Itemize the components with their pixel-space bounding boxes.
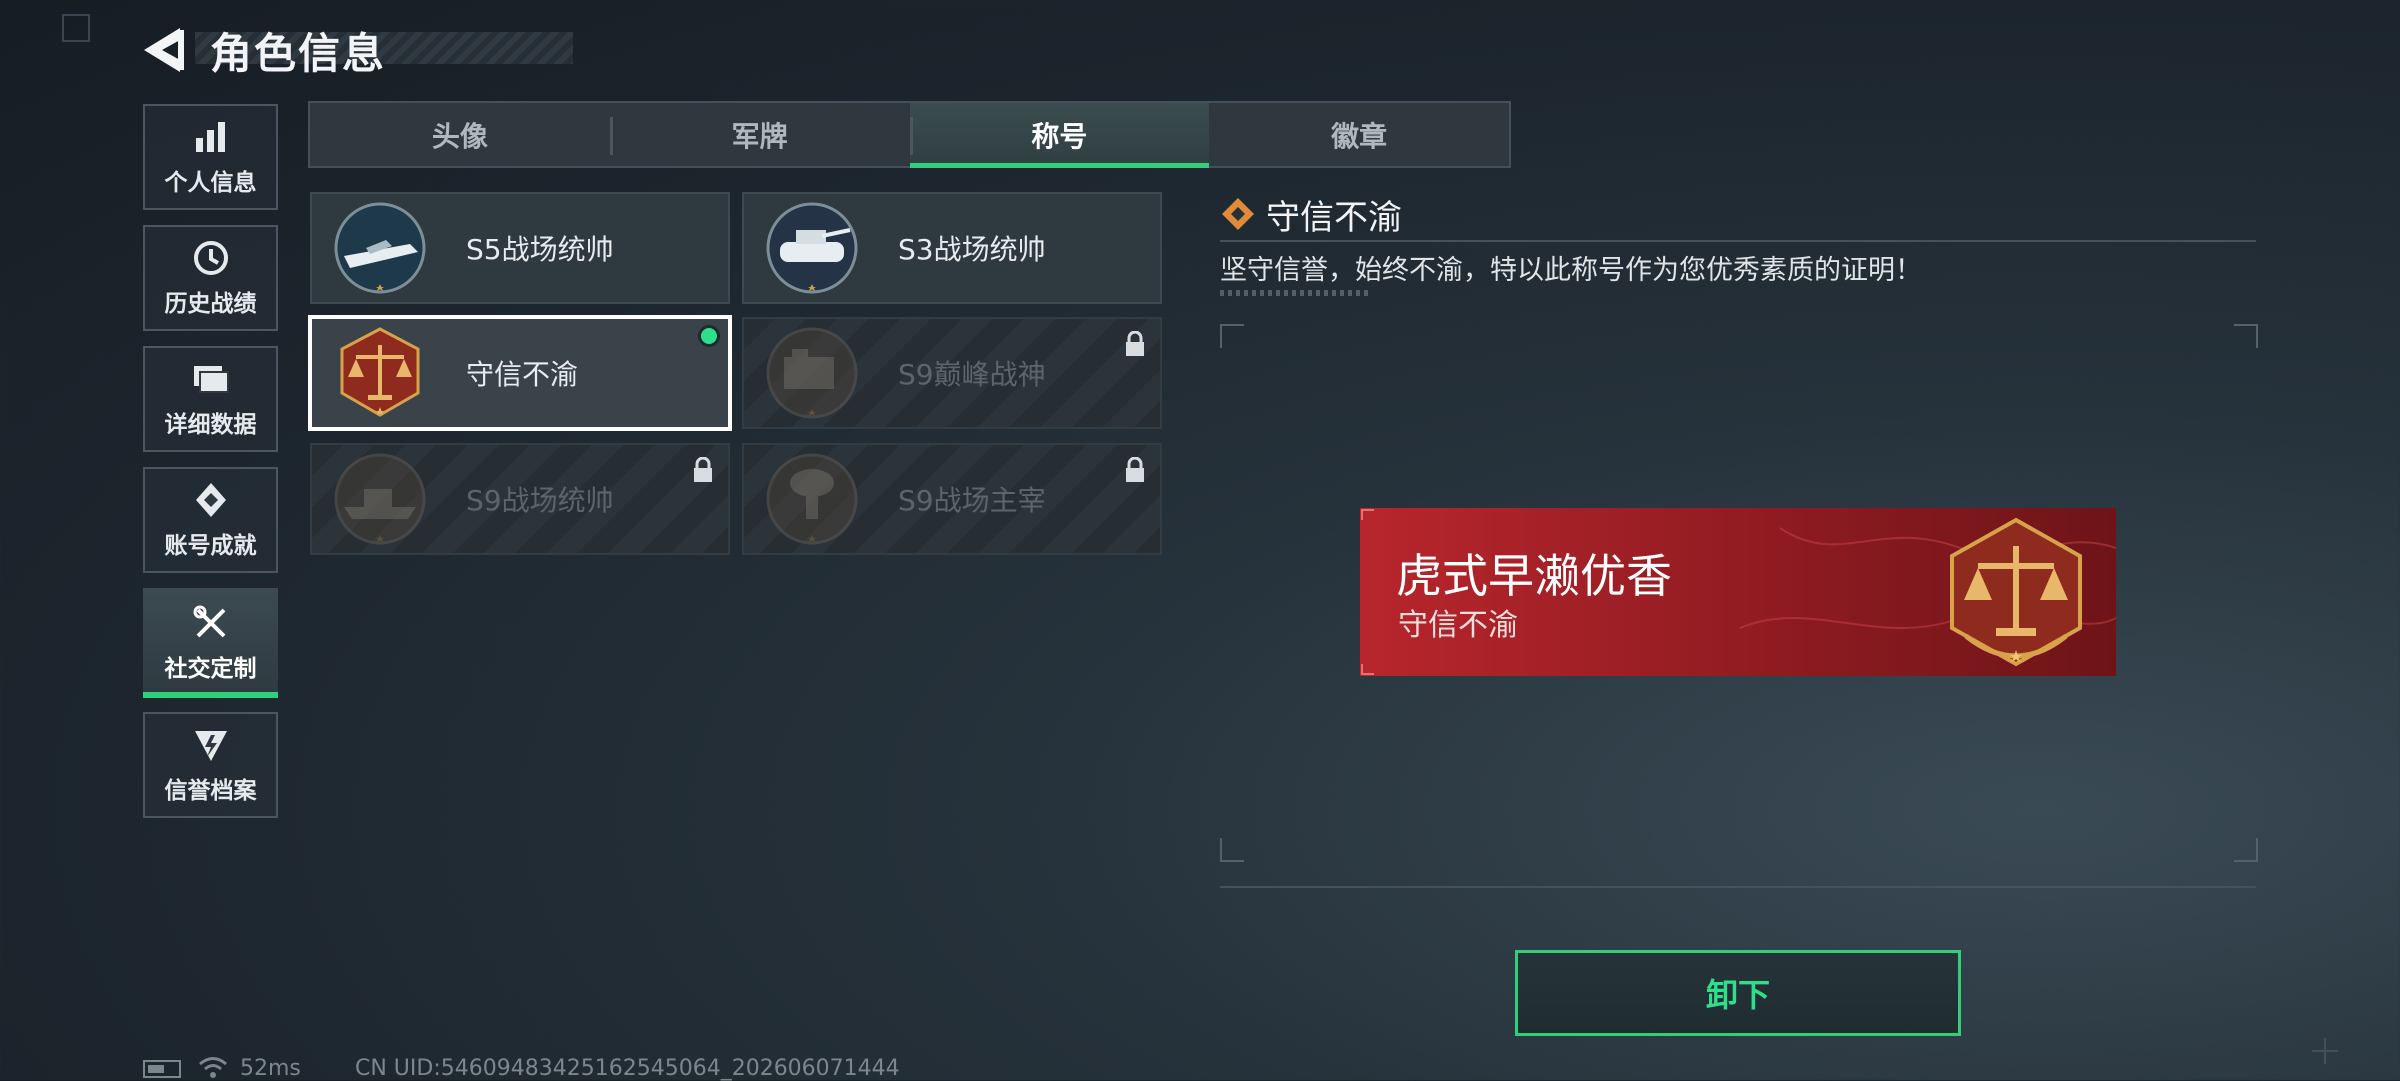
folder-stack-icon [191, 359, 231, 399]
category-tabs: 头像 军牌 称号 徽章 [308, 101, 1511, 168]
sidebar-item-achievements[interactable]: 账号成就 [143, 467, 278, 573]
tab-badge[interactable]: 徽章 [1209, 103, 1509, 166]
unequip-button[interactable]: 卸下 [1515, 950, 1961, 1036]
title-name: S9战场统帅 [466, 484, 614, 517]
title-card-s9-dominator[interactable]: S9战场主宰 [742, 443, 1162, 555]
lock-icon [1126, 457, 1144, 482]
scales-medal-icon [1950, 517, 2082, 667]
ping-readout: 52ms [240, 1056, 301, 1081]
sidebar-item-label: 账号成就 [164, 533, 257, 559]
title-name: 守信不渝 [466, 358, 579, 391]
tab-avatar[interactable]: 头像 [310, 103, 610, 166]
sidebar-item-label: 社交定制 [164, 656, 257, 682]
clock-history-icon [191, 238, 231, 278]
preview-title: 守信不渝 [1398, 608, 1518, 643]
wifi-icon [199, 1057, 227, 1078]
sidebar-item-detailed-data[interactable]: 详细数据 [143, 346, 278, 452]
corner-frame-icon [62, 14, 90, 42]
speedboat-medal-icon [334, 202, 426, 294]
title-name: S9战场主宰 [898, 484, 1046, 517]
user-uid: CN UID:5460948342516254506​4_20260607144… [355, 1056, 900, 1081]
tab-title[interactable]: 称号 [909, 103, 1210, 168]
title-diamond-icon [1222, 198, 1254, 230]
title-name: S5战场统帅 [466, 233, 614, 266]
battery-icon [143, 1060, 181, 1078]
equipped-indicator [698, 325, 720, 347]
title-card-s9-commander[interactable]: S9战场统帅 [310, 443, 730, 555]
detail-description: 坚守信誉，始终不渝，特以此称号作为您优秀素质的证明！ [1220, 255, 1922, 286]
player-name: 虎式早濑优香 [1396, 549, 1672, 603]
scales-medal-icon [340, 327, 420, 417]
divider [1220, 886, 2256, 888]
frame-corner [2234, 324, 2258, 348]
shield-lightning-icon [191, 725, 231, 765]
mushroom-cloud-medal-icon [766, 453, 858, 545]
warship-medal-icon [334, 453, 426, 545]
title-card-s3-commander[interactable]: S3战场统帅 [742, 192, 1162, 304]
sidebar-item-reputation[interactable]: 信誉档案 [143, 712, 278, 818]
sidebar-item-label: 历史战绩 [164, 291, 257, 317]
lock-icon [1126, 331, 1144, 356]
lock-icon [694, 457, 712, 482]
title-name: S9巅峰战神 [898, 358, 1046, 391]
sidebar-item-personal-info[interactable]: 个人信息 [143, 104, 278, 210]
tank-medal-icon [766, 202, 858, 294]
title-card-s9-peak-warrior[interactable]: S9巅峰战神 [742, 317, 1162, 429]
bar-chart-icon [191, 117, 231, 157]
crosshair-icon [2312, 1038, 2338, 1064]
frame-corner [2234, 838, 2258, 862]
frame-corner [1220, 838, 1244, 862]
tab-dog-tag[interactable]: 军牌 [609, 103, 910, 166]
divider [1220, 240, 2256, 242]
sidebar-item-label: 详细数据 [164, 412, 257, 438]
fortress-medal-icon [766, 327, 858, 419]
back-arrow-icon[interactable] [140, 24, 186, 76]
sidebar-item-label: 信誉档案 [164, 778, 257, 804]
sidebar-item-social-custom[interactable]: 社交定制 [143, 588, 278, 698]
frame-corner [1220, 324, 1244, 348]
page-title: 角色信息 [210, 29, 387, 78]
title-name: S3战场统帅 [898, 233, 1046, 266]
title-card-keep-faith[interactable]: 守信不渝 [308, 315, 732, 431]
title-card-s5-commander[interactable]: S5战场统帅 [310, 192, 730, 304]
achievement-badge-icon [191, 480, 231, 520]
sidebar-item-label: 个人信息 [164, 170, 257, 196]
crossed-tools-icon [191, 603, 231, 643]
sidebar-item-history[interactable]: 历史战绩 [143, 225, 278, 331]
detail-title: 守信不渝 [1266, 198, 1402, 238]
decorative-ticks [1220, 290, 1370, 296]
active-indicator [143, 692, 278, 698]
